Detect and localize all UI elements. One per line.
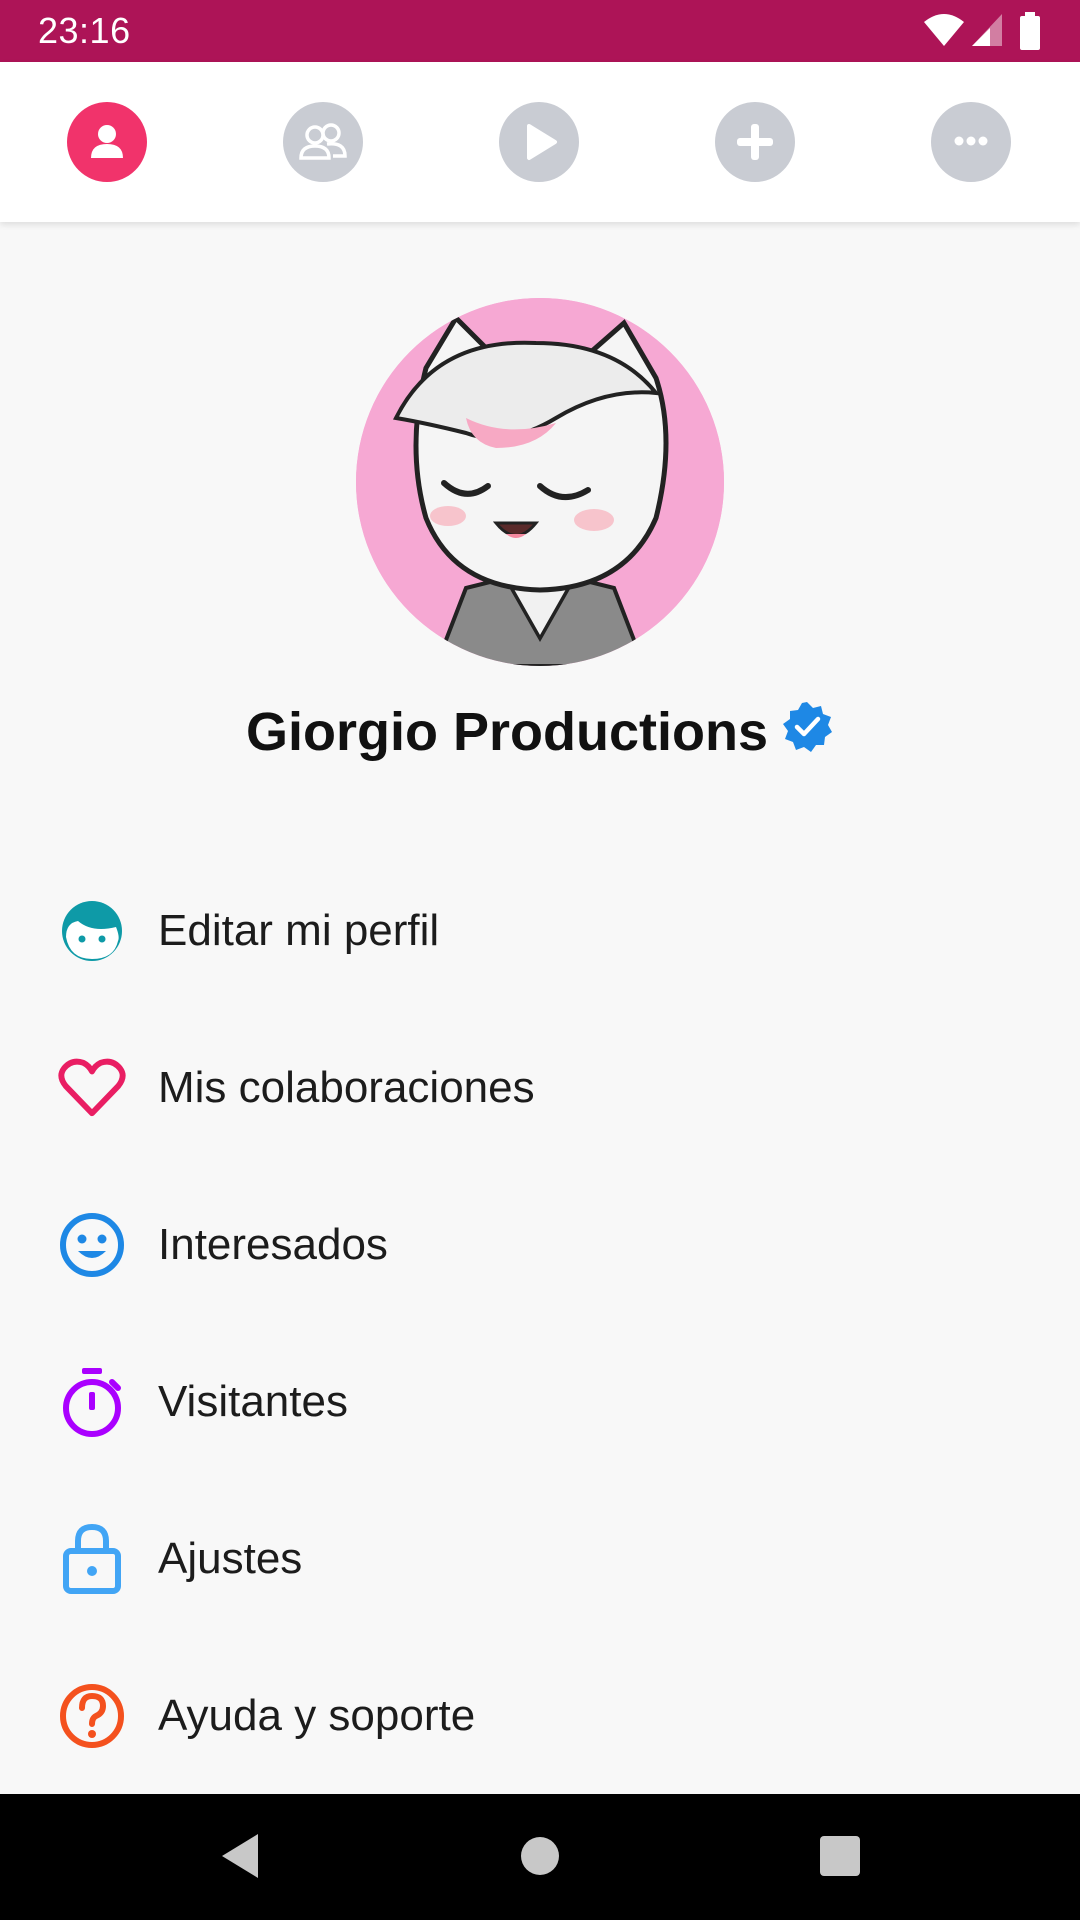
menu-item-label: Ajustes (158, 1533, 303, 1583)
lock-icon (58, 1523, 126, 1594)
menu-item-label: Ayuda y soporte (158, 1690, 476, 1740)
menu-item-label: Visitantes (158, 1376, 348, 1426)
profile-name: Giorgio Productions (0, 700, 1080, 767)
tab-chat[interactable] (931, 102, 1011, 182)
plus-icon (737, 124, 773, 160)
menu-item-edit-profile[interactable]: Editar mi perfil (0, 852, 1080, 1009)
recents-icon[interactable] (816, 1830, 864, 1882)
tab-profile[interactable] (67, 102, 147, 182)
menu-item-interested[interactable]: Interesados (0, 1166, 1080, 1323)
battery-icon (1020, 12, 1040, 50)
menu-item-label: Mis colaboraciones (158, 1062, 535, 1112)
play-icon (527, 124, 557, 160)
tab-add[interactable] (715, 102, 795, 182)
menu-item-settings[interactable]: Ajustes (0, 1480, 1080, 1637)
menu-item-collaborations[interactable]: Mis colaboraciones (0, 1009, 1080, 1166)
chat-icon (954, 136, 988, 146)
heart-icon (58, 1054, 126, 1122)
menu-item-help[interactable]: Ayuda y soporte (0, 1637, 1080, 1794)
status-bar: 23:16 (0, 0, 1080, 62)
menu-item-visitors[interactable]: Visitantes (0, 1323, 1080, 1480)
smiley-icon (58, 1211, 126, 1279)
status-time: 23:16 (38, 10, 131, 51)
profile-menu: Editar mi perfil Mis colaboraciones Inte… (0, 852, 1080, 1794)
help-icon (58, 1682, 126, 1750)
face-icon (58, 897, 126, 965)
profile-icon (91, 125, 123, 158)
tab-play[interactable] (499, 102, 579, 182)
cellular-signal-icon (972, 14, 1002, 46)
menu-item-label: Editar mi perfil (158, 905, 440, 955)
wifi-icon (924, 14, 964, 46)
profile-name-text: Giorgio Productions (246, 702, 768, 762)
people-icon (299, 123, 347, 160)
top-navigation (0, 62, 1080, 222)
home-icon[interactable] (516, 1830, 564, 1882)
stopwatch-icon (58, 1367, 126, 1437)
menu-item-label: Interesados (158, 1219, 388, 1269)
verified-badge-icon (780, 700, 834, 767)
back-icon[interactable] (216, 1830, 264, 1882)
avatar[interactable] (356, 298, 724, 666)
system-navigation-bar (0, 1794, 1080, 1920)
tab-people[interactable] (283, 102, 363, 182)
avatar-illustration (356, 298, 724, 666)
